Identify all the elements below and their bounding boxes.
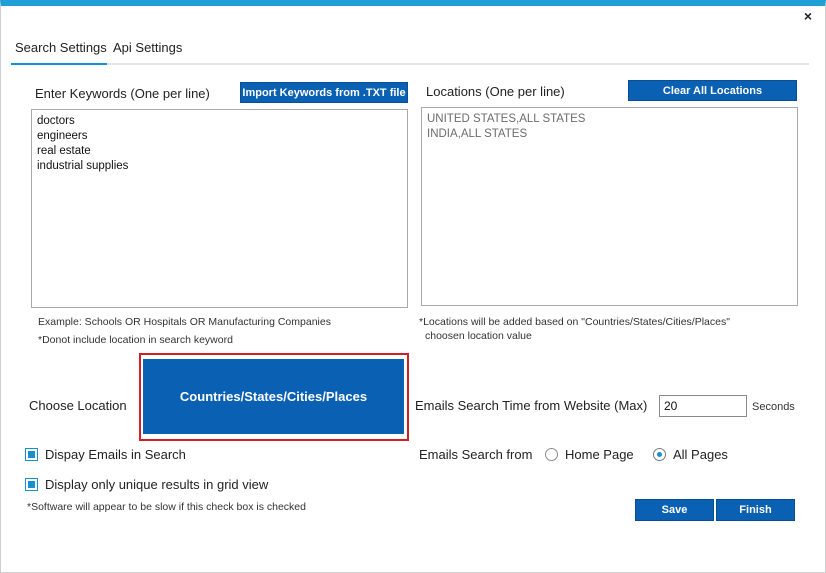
home-page-radio[interactable] xyxy=(545,448,558,461)
slow-note-text: *Software will appear to be slow if this… xyxy=(27,501,306,513)
choose-location-label: Choose Location xyxy=(29,398,127,413)
keyword-line: industrial supplies xyxy=(37,160,129,172)
all-pages-radio[interactable] xyxy=(653,448,666,461)
home-page-label: Home Page xyxy=(565,447,634,462)
unique-results-label: Display only unique results in grid view xyxy=(45,477,269,492)
keyword-line: real estate xyxy=(37,145,91,157)
location-line: UNITED STATES,ALL STATES xyxy=(427,113,586,125)
email-time-input[interactable]: 20 xyxy=(659,395,747,417)
tab-api-settings[interactable]: Api Settings xyxy=(113,40,182,55)
finish-button[interactable]: Finish xyxy=(716,499,795,521)
keyword-line: doctors xyxy=(37,115,75,127)
display-emails-label: Dispay Emails in Search xyxy=(45,447,186,462)
locations-label: Locations (One per line) xyxy=(426,84,565,99)
email-time-label: Emails Search Time from Website (Max) xyxy=(415,398,648,413)
tab-divider xyxy=(11,63,809,65)
save-button[interactable]: Save xyxy=(635,499,714,521)
choose-location-button[interactable]: Countries/States/Cities/Places xyxy=(143,359,404,434)
locations-textarea[interactable]: UNITED STATES,ALL STATES INDIA,ALL STATE… xyxy=(421,107,798,306)
keywords-note-text: *Donot include location in search keywor… xyxy=(38,334,233,346)
import-keywords-button[interactable]: Import Keywords from .TXT file xyxy=(240,82,408,103)
locations-note-text: *Locations will be added based on "Count… xyxy=(419,316,730,328)
close-icon[interactable]: × xyxy=(800,8,816,24)
display-emails-checkbox[interactable] xyxy=(25,448,38,461)
locations-note-text-2: choosen location value xyxy=(425,330,532,342)
keywords-textarea[interactable]: doctors engineers real estate industrial… xyxy=(31,109,408,308)
tab-active-indicator xyxy=(11,63,107,65)
all-pages-label: All Pages xyxy=(673,447,728,462)
email-time-unit: Seconds xyxy=(752,401,795,413)
keyword-line: engineers xyxy=(37,130,88,142)
location-line: INDIA,ALL STATES xyxy=(427,128,528,140)
unique-results-checkbox[interactable] xyxy=(25,478,38,491)
keywords-example-text: Example: Schools OR Hospitals OR Manufac… xyxy=(38,316,331,328)
email-search-from-label: Emails Search from xyxy=(419,447,533,462)
keywords-label: Enter Keywords (One per line) xyxy=(35,86,210,101)
tab-search-settings[interactable]: Search Settings xyxy=(15,40,107,55)
clear-locations-button[interactable]: Clear All Locations xyxy=(628,80,797,101)
